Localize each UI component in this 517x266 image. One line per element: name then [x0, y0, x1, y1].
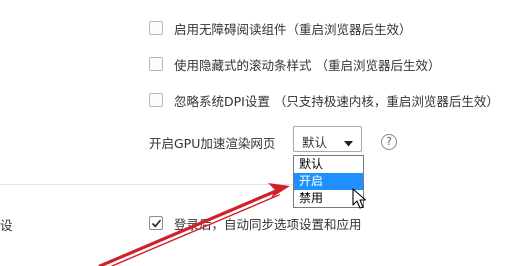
- setting-sync-row[interactable]: 登录后，自动同步选项设置和应用: [149, 213, 362, 233]
- section-divider: [0, 184, 293, 185]
- ignore-dpi-label: 忽略系统DPI设置 （只支持极速内核，重启浏览器后生效）: [174, 93, 499, 109]
- setting-ignore-dpi-row[interactable]: 忽略系统DPI设置 （只支持极速内核，重启浏览器后生效）: [149, 90, 499, 110]
- section-label-cut: 设: [0, 218, 13, 233]
- sync-label: 登录后，自动同步选项设置和应用: [174, 216, 362, 232]
- help-icon[interactable]: ?: [381, 134, 397, 150]
- hidden-scrollbar-checkbox[interactable]: [149, 57, 163, 71]
- setting-accessibility-row[interactable]: 启用无障碍阅读组件（重启浏览器后生效）: [149, 18, 412, 38]
- settings-panel: 启用无障碍阅读组件（重启浏览器后生效） 使用隐藏式的滚动条样式 （重启浏览器后生…: [0, 0, 517, 266]
- checkmark-icon: [151, 219, 162, 228]
- hidden-scrollbar-label: 使用隐藏式的滚动条样式 （重启浏览器后生效）: [174, 57, 441, 73]
- ignore-dpi-checkbox[interactable]: [149, 93, 163, 107]
- chevron-down-icon: [344, 136, 353, 150]
- accessibility-checkbox[interactable]: [149, 21, 163, 35]
- gpu-acceleration-label: 开启GPU加速渲染网页: [149, 136, 276, 151]
- mouse-cursor-icon: [352, 188, 367, 209]
- gpu-select-value: 默认: [302, 135, 328, 150]
- sync-checkbox[interactable]: [149, 216, 163, 230]
- setting-hidden-scrollbar-row[interactable]: 使用隐藏式的滚动条样式 （重启浏览器后生效）: [149, 54, 440, 74]
- accessibility-label: 启用无障碍阅读组件（重启浏览器后生效）: [174, 21, 412, 37]
- gpu-acceleration-select[interactable]: 默认: [293, 126, 362, 152]
- gpu-option-default[interactable]: 默认: [294, 156, 363, 173]
